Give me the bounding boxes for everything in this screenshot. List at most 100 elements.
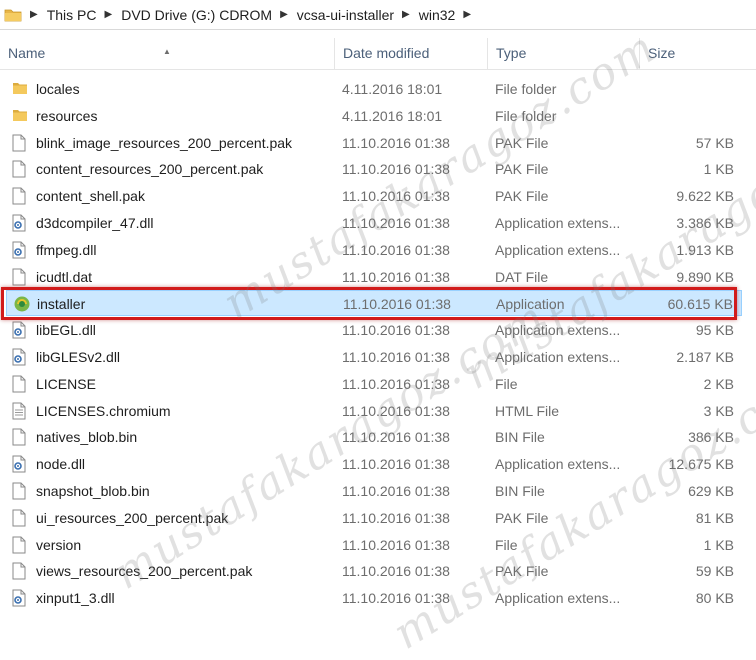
file-row-views-resources-200-percent-pak[interactable]: views_resources_200_percent.pak 11.10.201…	[6, 558, 742, 584]
file-date: 11.10.2016 01:38	[342, 241, 450, 258]
column-header-date-label: Date modified	[343, 45, 430, 61]
chevron-right-icon[interactable]: ▶	[280, 9, 288, 20]
address-bar[interactable]: ▶ This PC ▶ DVD Drive (G:) CDROM ▶ vcsa-…	[0, 0, 756, 30]
file-size: 81 KB	[695, 509, 734, 526]
file-name: icudtl.dat	[36, 268, 93, 285]
file-type: BIN File	[495, 429, 545, 446]
file-size: 2.187 KB	[676, 349, 734, 365]
column-header-type[interactable]: Type	[487, 38, 639, 69]
file-name: content_resources_200_percent.pak	[36, 161, 264, 178]
file-row-ffmpeg-dll[interactable]: ffmpeg.dll 11.10.2016 01:38 Application ex…	[6, 237, 742, 263]
file-row-d3dcompiler-47-dll[interactable]: d3dcompiler_47.dll 11.10.2016 01:38 Applic…	[6, 210, 742, 236]
file-row-libglesv2-dll[interactable]: libGLESv2.dll 11.10.2016 01:38 Application…	[6, 344, 742, 370]
file-name: LICENSE	[36, 375, 96, 392]
file-type: HTML File	[495, 402, 560, 419]
file-size: 2 KB	[703, 375, 734, 392]
file-type: PAK File	[495, 161, 549, 178]
file-date: 11.10.2016 01:38	[342, 590, 450, 607]
file-icon	[12, 268, 28, 286]
column-header-size-label: Size	[648, 45, 676, 61]
breadcrumb-dvd-drive[interactable]: DVD Drive (G:) CDROM	[121, 7, 272, 23]
file-row-resources[interactable]: resources 4.11.2016 18:01 File folder	[6, 103, 742, 129]
column-header-name[interactable]: Name ▲	[0, 38, 334, 69]
file-type: Application	[496, 296, 565, 313]
file-row-snapshot-blob-bin[interactable]: snapshot_blob.bin 11.10.2016 01:38 BIN Fil…	[6, 478, 742, 504]
file-size: 12.675 KB	[668, 456, 734, 473]
file-icon	[12, 187, 28, 205]
file-date: 11.10.2016 01:38	[342, 322, 450, 339]
file-type: Application extens...	[495, 349, 621, 365]
file-type: Application extens...	[495, 456, 621, 473]
file-row-version[interactable]: version 11.10.2016 01:38 File 1 KB	[6, 532, 742, 558]
file-name: locales	[36, 81, 80, 97]
file-row-licenses-chromium[interactable]: LICENSES.chromium 11.10.2016 01:38 HTML Fi…	[6, 398, 742, 424]
file-name: LICENSES.chromium	[36, 402, 171, 419]
file-row-xinput1-3-dll[interactable]: xinput1_3.dll 11.10.2016 01:38 Application…	[6, 585, 742, 611]
breadcrumb-this-pc[interactable]: This PC	[47, 7, 97, 23]
file-date: 11.10.2016 01:38	[342, 456, 450, 473]
sort-ascending-icon: ▲	[163, 47, 171, 56]
file-type: Application extens...	[495, 215, 621, 231]
folder-icon	[12, 80, 28, 98]
file-type: Application extens...	[495, 590, 621, 607]
html-file-icon	[12, 402, 28, 420]
file-icon	[12, 160, 28, 178]
file-name: ffmpeg.dll	[36, 241, 97, 258]
file-date: 11.10.2016 01:38	[342, 268, 450, 285]
file-row-libegl-dll[interactable]: libEGL.dll 11.10.2016 01:38 Application ex…	[6, 317, 742, 343]
file-row-installer[interactable]: installer 11.10.2016 01:38 Application 60.6…	[6, 290, 742, 317]
file-icon	[12, 509, 28, 527]
file-date: 11.10.2016 01:38	[342, 188, 450, 205]
file-size: 57 KB	[695, 134, 734, 151]
file-date: 4.11.2016 18:01	[342, 81, 443, 97]
file-size: 386 KB	[688, 429, 734, 446]
file-type: Application extens...	[495, 241, 621, 258]
file-type: File	[495, 375, 518, 392]
file-row-ui-resources-200-percent-pak[interactable]: ui_resources_200_percent.pak 11.10.2016 0…	[6, 505, 742, 531]
file-date: 11.10.2016 01:38	[342, 402, 450, 419]
file-row-content-resources-200-percent-pak[interactable]: content_resources_200_percent.pak 11.10.2…	[6, 156, 742, 182]
file-row-node-dll[interactable]: node.dll 11.10.2016 01:38 Application exte…	[6, 451, 742, 477]
file-type: File folder	[495, 81, 557, 97]
file-icon	[12, 536, 28, 554]
file-type: PAK File	[495, 134, 549, 151]
column-header-type-label: Type	[496, 45, 527, 61]
file-date: 11.10.2016 01:38	[342, 349, 450, 365]
file-row-content-shell-pak[interactable]: content_shell.pak 11.10.2016 01:38 PAK Fil…	[6, 183, 742, 209]
column-headers: Name ▲ Date modified Type Size	[0, 38, 756, 70]
file-date: 11.10.2016 01:38	[342, 563, 450, 580]
file-row-icudtl-dat[interactable]: icudtl.dat 11.10.2016 01:38 DAT File 9.890 …	[6, 264, 742, 290]
file-type: BIN File	[495, 483, 545, 499]
column-header-size[interactable]: Size	[639, 38, 743, 69]
file-name: libGLESv2.dll	[36, 349, 121, 365]
file-name: node.dll	[36, 456, 86, 473]
file-row-license[interactable]: LICENSE 11.10.2016 01:38 File 2 KB	[6, 371, 742, 397]
breadcrumb-win32[interactable]: win32	[419, 7, 456, 23]
chevron-right-icon[interactable]: ▶	[402, 9, 410, 20]
file-row-natives-blob-bin[interactable]: natives_blob.bin 11.10.2016 01:38 BIN File…	[6, 424, 742, 450]
file-size: 1.913 KB	[676, 241, 734, 258]
chevron-right-icon[interactable]: ▶	[105, 9, 113, 20]
dll-icon	[12, 348, 28, 366]
file-row-blink-image-resources-200-percent-pak[interactable]: blink_image_resources_200_percent.pak 11.…	[6, 130, 742, 156]
file-size: 60.615 KB	[667, 296, 733, 313]
file-date: 11.10.2016 01:38	[342, 509, 450, 526]
file-name: content_shell.pak	[36, 188, 145, 205]
file-name: libEGL.dll	[36, 322, 96, 339]
file-name: ui_resources_200_percent.pak	[36, 509, 229, 526]
column-header-date[interactable]: Date modified	[334, 38, 487, 69]
chevron-right-icon[interactable]: ▶	[30, 9, 38, 20]
breadcrumb-vcsa-ui-installer[interactable]: vcsa-ui-installer	[297, 7, 394, 23]
file-date: 11.10.2016 01:38	[342, 429, 450, 446]
file-date: 11.10.2016 01:38	[342, 375, 450, 392]
file-row-locales[interactable]: locales 4.11.2016 18:01 File folder	[6, 76, 742, 102]
file-date: 11.10.2016 01:38	[342, 134, 450, 151]
file-name: blink_image_resources_200_percent.pak	[36, 134, 293, 151]
file-name: xinput1_3.dll	[36, 590, 115, 607]
file-date: 11.10.2016 01:38	[342, 161, 450, 178]
file-type: File	[495, 536, 518, 553]
dll-icon	[12, 589, 28, 607]
dll-icon	[12, 455, 28, 473]
chevron-right-icon[interactable]: ▶	[463, 9, 471, 20]
folder-icon	[4, 8, 22, 22]
